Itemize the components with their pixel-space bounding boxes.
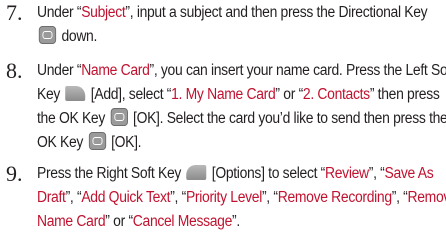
step-number: 8.	[6, 58, 23, 83]
text-fragment: Under “	[37, 4, 82, 21]
text-fragment: ” or “	[105, 213, 133, 230]
text-line: Key [Add], select “1. My Name Card” or “…	[37, 83, 441, 107]
text-fragment: the OK Key	[37, 110, 109, 127]
text-fragment: ”, “	[391, 189, 408, 206]
menu-option-label: Cancel Message	[132, 213, 233, 230]
menu-option-label: 2. Contacts	[302, 86, 370, 103]
text-line: Under “Name Card”, you can insert your n…	[37, 59, 446, 83]
text-fragment: Under “	[37, 62, 82, 79]
left-soft-key-icon	[65, 86, 86, 101]
menu-option-label: Remove Recording	[277, 189, 392, 206]
text-fragment: [OK].	[107, 134, 142, 151]
ok-key-icon	[110, 108, 128, 126]
text-fragment: ”, you can insert your name card. Press …	[149, 62, 446, 79]
text-line: down.	[37, 25, 441, 49]
text-fragment: [Options] to select “	[208, 165, 326, 182]
ok-key-icon	[38, 26, 57, 44]
step-number: 7.	[6, 0, 23, 25]
text-fragment: [OK]. Select the card you’d like to send…	[129, 110, 446, 127]
menu-option-label: Priority Level	[185, 189, 262, 206]
text-line: Press the Right Soft Key [Options] to se…	[37, 162, 441, 186]
menu-option-label: Review	[325, 165, 369, 182]
text-fragment: Press the Right Soft Key	[37, 165, 185, 182]
ok-key-icon	[88, 132, 106, 150]
text-fragment: Key	[37, 86, 64, 103]
step-number: 9.	[6, 161, 23, 186]
menu-option-label: Remove	[407, 189, 446, 206]
text-fragment: ”.	[232, 213, 240, 230]
menu-option-label: Name Card	[37, 213, 106, 230]
right-soft-key-icon	[186, 165, 207, 180]
menu-option-label: 1. My Name Card	[171, 86, 276, 103]
text-fragment: ” or “	[275, 86, 303, 103]
text-line: the OK Key [OK]. Select the card you’d l…	[37, 107, 446, 131]
step-text: Under “Subject”, input a subject and the…	[37, 1, 441, 49]
text-fragment: ”, “	[170, 189, 186, 206]
step-text: Press the Right Soft Key [Options] to se…	[37, 162, 446, 234]
menu-option-label: Save As	[384, 165, 434, 182]
text-line: Draft”, “Add Quick Text”, “Priority Leve…	[37, 186, 446, 210]
text-fragment: [Add], select “	[87, 86, 172, 103]
menu-option-label: Name Card	[81, 62, 150, 79]
text-fragment: OK Key	[37, 134, 87, 151]
text-fragment: ”, input a subject and then press the Di…	[125, 4, 428, 21]
text-line: OK Key [OK].	[37, 131, 441, 155]
text-fragment: ”, “	[65, 189, 82, 206]
text-line: Under “Subject”, input a subject and the…	[37, 1, 441, 25]
text-fragment: ” then press	[369, 86, 440, 103]
text-fragment: ”, “	[368, 165, 385, 182]
text-line: Name Card” or “Cancel Message”.	[37, 210, 441, 234]
menu-option-label: Add Quick Text	[81, 189, 171, 206]
menu-option-label: Draft	[37, 189, 66, 206]
menu-option-label: Subject	[81, 4, 126, 21]
manual-page: 7. Under “Subject”, input a subject and …	[0, 0, 446, 244]
text-fragment: down.	[57, 28, 98, 45]
step-text: Under “Name Card”, you can insert your n…	[37, 59, 446, 155]
text-fragment: ”, “	[261, 189, 278, 206]
